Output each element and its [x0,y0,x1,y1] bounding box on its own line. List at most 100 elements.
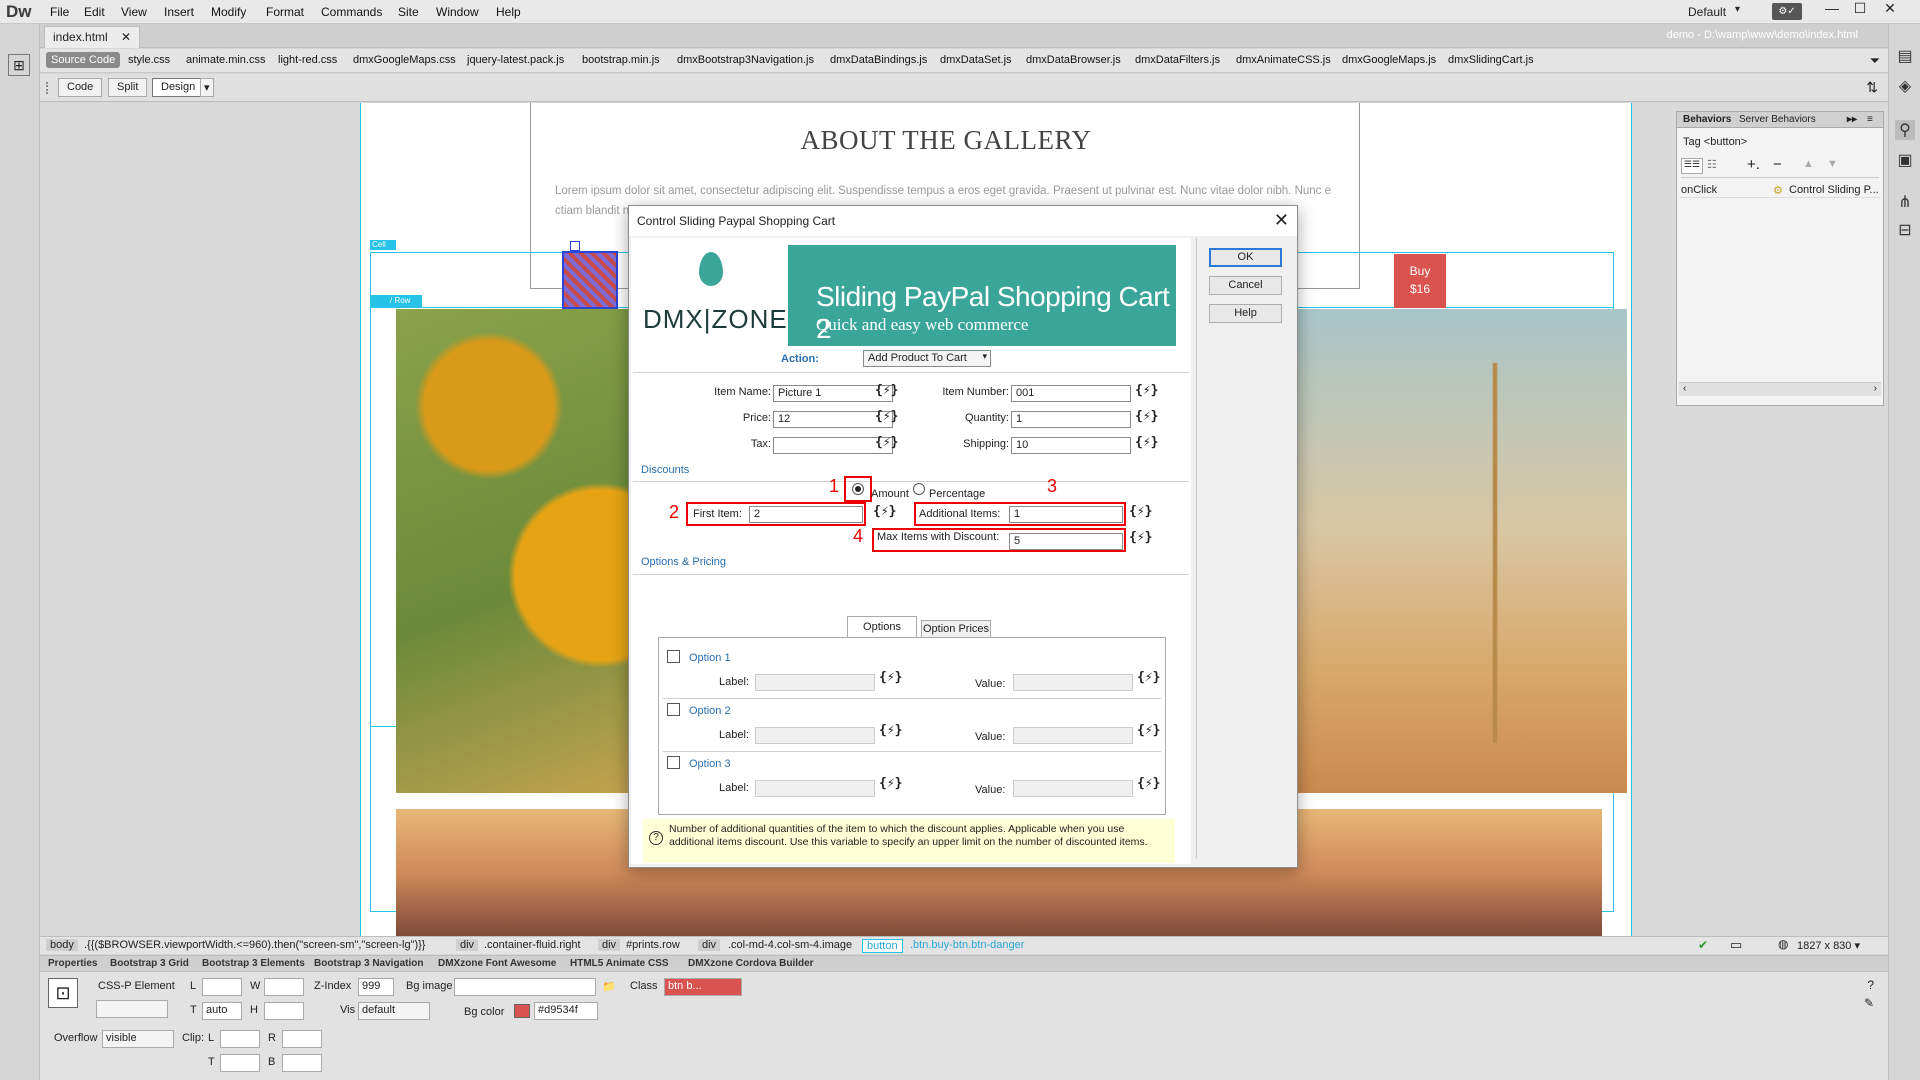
item-number-input[interactable]: 001 [1011,385,1131,402]
tag-div[interactable]: div [698,939,721,951]
first-item-input[interactable]: 2 [749,506,863,523]
tag-class[interactable]: .container-fluid.right [484,939,581,951]
panel-menu-icon[interactable]: ≡ [1867,114,1873,125]
dynamic-data-icon[interactable]: {⚡} [1129,530,1152,545]
option-2-value-select[interactable] [1013,727,1133,744]
related-file[interactable]: jquery-latest.pack.js [467,54,564,66]
close-window-icon[interactable]: ✕ [1876,0,1904,17]
menu-view[interactable]: View [121,5,147,19]
related-file[interactable]: dmxSlidingCart.js [1448,54,1534,66]
option-1-value-select[interactable] [1013,674,1133,691]
bgcolor-input[interactable]: #d9534f [534,1002,598,1020]
tab-option-prices[interactable]: Option Prices [921,620,991,638]
option-1-label-input[interactable] [755,674,875,691]
shipping-input[interactable]: 10 [1011,437,1131,454]
clip-bottom-input[interactable] [282,1054,322,1072]
related-file[interactable]: dmxDataBrowser.js [1026,54,1121,66]
horizontal-scrollbar[interactable]: ‹ › [1679,382,1881,396]
menu-window[interactable]: Window [436,5,479,19]
percentage-radio[interactable] [913,483,925,495]
menu-help[interactable]: Help [496,5,521,19]
document-tab[interactable]: index.html ✕ [44,26,141,48]
globe-icon[interactable]: ◍ [1778,937,1788,951]
dynamic-data-icon[interactable]: {⚡} [875,409,898,424]
close-tab-icon[interactable]: ✕ [121,30,131,44]
tag-class[interactable]: .{{($BROWSER.viewportWidth.<=960).then("… [84,939,425,951]
option-2-checkbox[interactable] [667,703,680,716]
show-all-events-icon[interactable]: ☷ [1707,158,1717,171]
cancel-button[interactable]: Cancel [1209,276,1282,295]
dynamic-data-icon[interactable]: {⚡} [1135,409,1158,424]
dynamic-data-icon[interactable]: {⚡} [1137,776,1160,791]
max-items-input[interactable]: 5 [1009,533,1123,550]
tab-animate-css[interactable]: HTML5 Animate CSS [570,958,669,969]
option-3-checkbox[interactable] [667,756,680,769]
validation-ok-icon[interactable]: ✔ [1698,938,1708,952]
dynamic-data-icon[interactable]: {⚡} [875,383,898,398]
tag-class[interactable]: .col-md-4.col-sm-4.image [728,939,852,951]
minimize-icon[interactable]: — [1818,0,1846,16]
scroll-right-icon[interactable]: › [1874,383,1877,394]
dynamic-data-icon[interactable]: {⚡} [1137,723,1160,738]
collapse-icon[interactable]: ▸▸ [1847,114,1857,125]
tab-server-behaviors[interactable]: Server Behaviors [1739,114,1816,125]
related-file[interactable]: dmxGoogleMaps.js [1342,54,1436,66]
dynamic-data-icon[interactable]: {⚡} [879,723,902,738]
show-set-events-icon[interactable]: ☰☰ [1681,158,1703,174]
workspace-switcher[interactable]: Default [1688,5,1726,19]
edit-rule-icon[interactable]: ✎ [1864,996,1874,1010]
dynamic-data-icon[interactable]: {⚡} [873,504,896,519]
tag-button[interactable]: button [862,939,903,953]
tab-bs3-grid[interactable]: Bootstrap 3 Grid [110,958,189,969]
add-behavior-icon[interactable]: +. [1747,156,1760,173]
move-up-icon[interactable]: ▲ [1803,158,1814,170]
tab-behaviors[interactable]: Behaviors [1683,114,1731,125]
css-designer-icon[interactable]: ⊟ [1895,220,1915,240]
option-3-value-select[interactable] [1013,780,1133,797]
left-input[interactable] [202,978,242,996]
tab-options[interactable]: Options [847,616,917,638]
related-file[interactable]: dmxGoogleMaps.css [353,54,456,66]
files-icon[interactable]: ▤ [1895,46,1915,66]
help-icon[interactable]: ? [1867,978,1874,992]
sitemap-icon[interactable]: ⊞ [8,54,30,76]
split-view-button[interactable]: Split [108,78,148,97]
remove-behavior-icon[interactable]: − [1773,156,1782,173]
tab-font-awesome[interactable]: DMXzone Font Awesome [438,958,556,969]
related-file[interactable]: dmxDataBindings.js [830,54,927,66]
tab-bs3-navigation[interactable]: Bootstrap 3 Navigation [314,958,423,969]
ok-button[interactable]: OK [1209,248,1282,267]
dom-icon[interactable]: ⋔ [1895,192,1915,212]
dynamic-data-icon[interactable]: {⚡} [1129,504,1152,519]
related-file[interactable]: dmxDataSet.js [940,54,1012,66]
tab-bs3-elements[interactable]: Bootstrap 3 Elements [202,958,305,969]
element-id-select[interactable] [96,1000,168,1018]
tag-body[interactable]: body [46,939,78,951]
device-preview-icon[interactable]: ▭ [1730,937,1742,953]
amount-radio[interactable] [852,483,864,495]
related-file[interactable]: animate.min.css [186,54,265,66]
dynamic-data-icon[interactable]: {⚡} [879,670,902,685]
action-select[interactable]: Add Product To Cart ▾ [863,350,991,367]
width-input[interactable] [264,978,304,996]
move-down-icon[interactable]: ▼ [1827,158,1838,170]
dynamic-data-icon[interactable]: {⚡} [1135,435,1158,450]
menu-format[interactable]: Format [266,5,304,19]
sort-icon[interactable]: ⇅ [1866,79,1878,96]
menu-insert[interactable]: Insert [164,5,194,19]
source-code-button[interactable]: Source Code [46,52,121,68]
folder-icon[interactable]: 📁 [602,980,616,993]
class-select[interactable]: btn b... [664,978,742,996]
tag-div[interactable]: div [456,939,479,951]
option-2-label-input[interactable] [755,727,875,744]
tab-cordova-builder[interactable]: DMXzone Cordova Builder [688,958,814,969]
dynamic-data-icon[interactable]: {⚡} [875,435,898,450]
menu-file[interactable]: File [50,5,69,19]
maximize-icon[interactable]: ☐ [1846,0,1874,17]
dynamic-data-icon[interactable]: {⚡} [1135,383,1158,398]
menu-edit[interactable]: Edit [84,5,105,19]
tag-div[interactable]: div [598,939,621,951]
clip-right-input[interactable] [282,1030,322,1048]
related-file[interactable]: dmxDataFilters.js [1135,54,1220,66]
window-size[interactable]: 1827 x 830 ▾ [1797,939,1860,952]
